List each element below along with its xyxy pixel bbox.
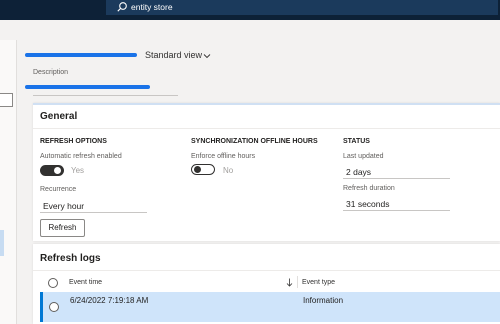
refresh-options-heading: REFRESH OPTIONS [40, 138, 107, 145]
description-label: Description [33, 69, 69, 76]
toggle-knob [54, 167, 61, 174]
event-time-cell: 6/24/2022 7:19:18 AM [70, 296, 149, 305]
left-nav-pane [0, 40, 17, 324]
column-separator [297, 276, 298, 288]
event-type-cell: Information [303, 296, 344, 305]
view-selector-label: Standard view [145, 50, 203, 60]
grid-header-row: Event time Event type [40, 274, 500, 291]
description-value-redacted[interactable] [25, 85, 150, 89]
left-pane-control[interactable] [0, 93, 13, 107]
last-updated-field[interactable]: 2 days [343, 164, 450, 179]
refresh-duration-label: Refresh duration [343, 185, 395, 192]
record-title-redacted [25, 53, 137, 57]
refresh-button[interactable]: Refresh [40, 219, 85, 237]
search-input[interactable]: entity store [131, 2, 173, 12]
top-nav-bar: entity store [0, 0, 500, 20]
enforce-offline-hours-label: Enforce offline hours [191, 153, 256, 160]
auto-refresh-toggle[interactable] [40, 165, 64, 176]
enforce-offline-hours-toggle[interactable] [191, 164, 215, 175]
general-title[interactable]: General [40, 111, 77, 122]
recurrence-label: Recurrence [40, 186, 77, 193]
refresh-duration-field[interactable]: 31 seconds [343, 196, 450, 211]
sync-offline-hours-heading: SYNCHRONIZATION OFFLINE HOURS [191, 138, 318, 145]
refresh-logs-title[interactable]: Refresh logs [40, 253, 101, 264]
left-pane-selected-item[interactable] [0, 230, 4, 256]
view-selector[interactable]: Standard view [145, 50, 211, 60]
auto-refresh-value: Yes [71, 166, 85, 175]
last-updated-label: Last updated [343, 153, 384, 160]
select-all-radio[interactable] [48, 278, 58, 288]
column-header-event-time[interactable]: Event time [69, 279, 102, 286]
section-divider [33, 270, 500, 271]
column-header-event-type[interactable]: Event type [302, 279, 335, 286]
recurrence-field[interactable]: Every hour [40, 198, 147, 213]
section-divider [33, 128, 500, 129]
auto-refresh-label: Automatic refresh enabled [40, 153, 122, 160]
search-box[interactable]: entity store [106, 0, 498, 15]
table-row[interactable]: 6/24/2022 7:19:18 AM Information [40, 292, 500, 322]
enforce-offline-hours-value: No [223, 166, 234, 175]
status-heading: STATUS [343, 138, 370, 145]
description-field-underline [33, 95, 178, 96]
sort-down-arrow-icon[interactable] [286, 278, 293, 287]
row-select-radio[interactable] [49, 302, 59, 312]
toggle-knob [194, 166, 201, 173]
search-icon [117, 2, 127, 12]
chevron-down-icon [203, 54, 211, 59]
